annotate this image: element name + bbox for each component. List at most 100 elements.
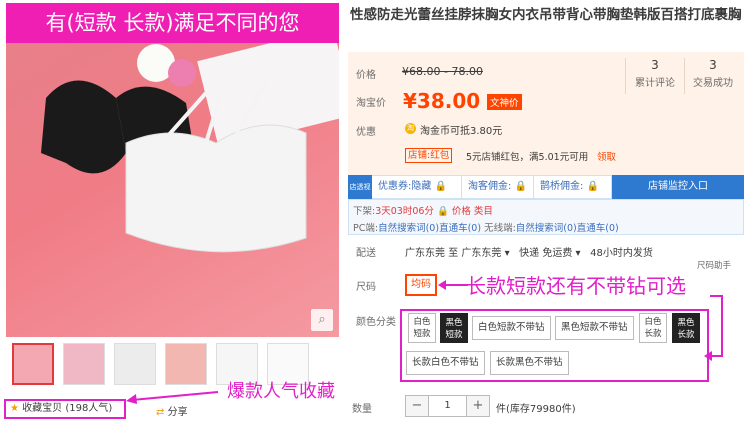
review-count-label: 累计评论 bbox=[635, 78, 675, 89]
option-line: 黑色 bbox=[445, 318, 463, 328]
shop-monitor-button[interactable]: 店铺监控入口 bbox=[612, 175, 744, 199]
zoom-icon[interactable]: ⌕ bbox=[311, 309, 333, 331]
ship-to: 广东东莞 bbox=[461, 248, 502, 259]
wl-train-link[interactable]: 直通车 bbox=[577, 223, 606, 234]
color-option-long-white-nodiamond[interactable]: 长款白色不带钻 bbox=[406, 351, 485, 375]
lock-icon: 🔒 bbox=[434, 181, 448, 192]
coin-promo-text: 淘金币可抵 bbox=[420, 126, 470, 137]
wl-train-count: (0) bbox=[605, 223, 619, 234]
coin-promo-amount: 3.80元 bbox=[470, 126, 503, 137]
thumbnail-2[interactable] bbox=[63, 343, 105, 385]
share-button[interactable]: ⇄ 分享 bbox=[156, 403, 188, 418]
size-option-onesize[interactable]: 均码 bbox=[405, 274, 437, 296]
stock-info: 件(库存79980件) bbox=[496, 404, 576, 415]
sales-count-value: 3 bbox=[709, 58, 717, 72]
ship-to-word: 至 bbox=[448, 248, 459, 259]
share-icon: ⇄ bbox=[156, 407, 165, 418]
original-price: ¥68.00 - 78.00 bbox=[402, 65, 483, 78]
color-label: 颜色分类 bbox=[356, 317, 396, 328]
quantity-decrease-button[interactable]: − bbox=[405, 395, 429, 417]
favorites-annotation: 爆款人气收藏 bbox=[227, 381, 335, 402]
pc-search-count: (0) bbox=[425, 223, 440, 234]
color-option-black-short-nodiamond[interactable]: 黑色短款不带钻 bbox=[555, 316, 634, 340]
pc-train-count: (0) bbox=[467, 223, 482, 234]
sales-count-label: 交易成功 bbox=[693, 78, 733, 89]
search-row: PC端:自然搜索词(0)直通车(0) 无线端:自然搜索词(0)直通车(0) bbox=[353, 220, 619, 234]
option-line: 长款 bbox=[644, 329, 662, 339]
stats-divider bbox=[625, 58, 626, 94]
thumbnail-4[interactable] bbox=[165, 343, 207, 385]
pc-train-link[interactable]: 直通车 bbox=[439, 223, 468, 234]
ship-method-select[interactable]: 快递 免运费 ▾ bbox=[519, 248, 580, 259]
product-photo bbox=[41, 27, 339, 253]
option-line: 短款 bbox=[445, 330, 463, 340]
option-line: 短款 bbox=[413, 329, 431, 339]
plugin-logo: 店透视 bbox=[348, 175, 372, 199]
promo-label: 优惠 bbox=[356, 127, 376, 138]
pc-search-link[interactable]: 自然搜索词 bbox=[378, 223, 426, 234]
claim-coupon-link[interactable]: 领取 bbox=[597, 149, 616, 163]
coin-icon: 淘 bbox=[405, 123, 416, 134]
thumbnail-3[interactable] bbox=[114, 343, 156, 385]
color-option-black-long[interactable]: 黑色 长款 bbox=[672, 313, 700, 343]
option-line: 白色 bbox=[413, 317, 431, 327]
review-count[interactable]: 3 累计评论 bbox=[627, 58, 683, 89]
delist-time: 3天03时06分 bbox=[375, 206, 434, 217]
share-label: 分享 bbox=[167, 407, 188, 418]
qq-commission-tool[interactable]: 鹊桥佣金: 🔒 bbox=[534, 175, 612, 199]
shipping-label: 配送 bbox=[356, 248, 376, 259]
size-annotation: 长款短款还有不带钻可选 bbox=[466, 274, 686, 298]
wireless-label: 无线端: bbox=[484, 223, 516, 234]
coupon-tool[interactable]: 优惠券:隐藏 🔒 bbox=[372, 175, 462, 199]
shipping-info: 广东东莞 至 广东东莞 ▾ 快递 免运费 ▾ 48小时内发货 bbox=[405, 244, 653, 259]
delist-row: 下架:3天03时06分 🔒 价格 类目 bbox=[353, 203, 493, 217]
color-option-black-short[interactable]: 黑色 短款 bbox=[440, 313, 468, 343]
price-label: 价格 bbox=[356, 70, 376, 81]
favorite-button[interactable]: ★ 收藏宝贝 (198人气) bbox=[4, 399, 126, 419]
coin-promo: 淘金币可抵3.80元 bbox=[420, 122, 502, 137]
star-icon: ★ bbox=[10, 403, 19, 414]
delist-label: 下架: bbox=[353, 206, 376, 217]
price-category: 价格 类目 bbox=[451, 206, 493, 217]
color-option-white-long[interactable]: 白色 长款 bbox=[639, 313, 667, 343]
quantity-input[interactable]: 1 bbox=[429, 395, 466, 417]
tb-commission-label: 淘客佣金: bbox=[468, 181, 512, 192]
option-line: 黑色 bbox=[677, 318, 695, 328]
sales-count[interactable]: 3 交易成功 bbox=[685, 58, 741, 89]
quantity-increase-button[interactable]: + bbox=[466, 395, 490, 417]
review-count-value: 3 bbox=[651, 58, 659, 72]
thumbnail-1[interactable] bbox=[12, 343, 54, 385]
current-price: ¥38.00 bbox=[403, 89, 481, 113]
ship-from: 广东东莞 bbox=[405, 248, 445, 259]
ship-time: 48小时内发货 bbox=[590, 248, 653, 259]
shop-coupon-text: 5元店铺红包，满5.01元可用 bbox=[466, 152, 589, 163]
color-option-white-short[interactable]: 白色 短款 bbox=[408, 313, 436, 343]
quantity-label: 数量 bbox=[352, 404, 372, 415]
annotation-bracket bbox=[704, 295, 723, 361]
wl-search-count: (0) bbox=[563, 223, 577, 234]
taobao-price-label: 淘宝价 bbox=[356, 98, 386, 109]
favorite-label: 收藏宝贝 (198人气) bbox=[22, 403, 113, 414]
wl-search-link[interactable]: 自然搜索词 bbox=[516, 223, 564, 234]
option-line: 长款 bbox=[677, 330, 695, 340]
qq-commission-label: 鹊桥佣金: bbox=[540, 181, 584, 192]
option-line: 白色 bbox=[644, 317, 662, 327]
size-label: 尺码 bbox=[356, 282, 376, 293]
ship-method: 快递 免运费 bbox=[519, 248, 573, 259]
lock-icon: 🔒 bbox=[436, 206, 449, 217]
size-helper-link[interactable]: 尺码助手 bbox=[697, 259, 731, 271]
price-tag: 文神价 bbox=[487, 94, 522, 110]
shop-coupon-badge: 店铺:红包 bbox=[405, 148, 453, 163]
coupon-tool-label: 优惠券:隐藏 bbox=[378, 181, 432, 192]
caret-down-icon: ▾ bbox=[575, 248, 581, 259]
lock-icon: 🔒 bbox=[514, 181, 528, 192]
lock-icon: 🔒 bbox=[586, 181, 600, 192]
main-product-image[interactable]: 有(短款 长款)满足不同的您 ⌕ bbox=[6, 3, 339, 337]
color-option-white-short-nodiamond[interactable]: 白色短款不带钻 bbox=[472, 316, 551, 340]
ship-to-select[interactable]: 广东东莞 ▾ bbox=[461, 248, 509, 259]
caret-down-icon: ▾ bbox=[504, 248, 510, 259]
pc-label: PC端: bbox=[353, 223, 379, 234]
color-option-long-black-nodiamond[interactable]: 长款黑色不带钻 bbox=[490, 351, 569, 375]
tb-commission-tool[interactable]: 淘客佣金: 🔒 bbox=[462, 175, 534, 199]
product-title: 性感防走光蕾丝挂脖抹胸女内衣吊带背心带胸垫韩版百搭打底裹胸 bbox=[350, 7, 742, 23]
